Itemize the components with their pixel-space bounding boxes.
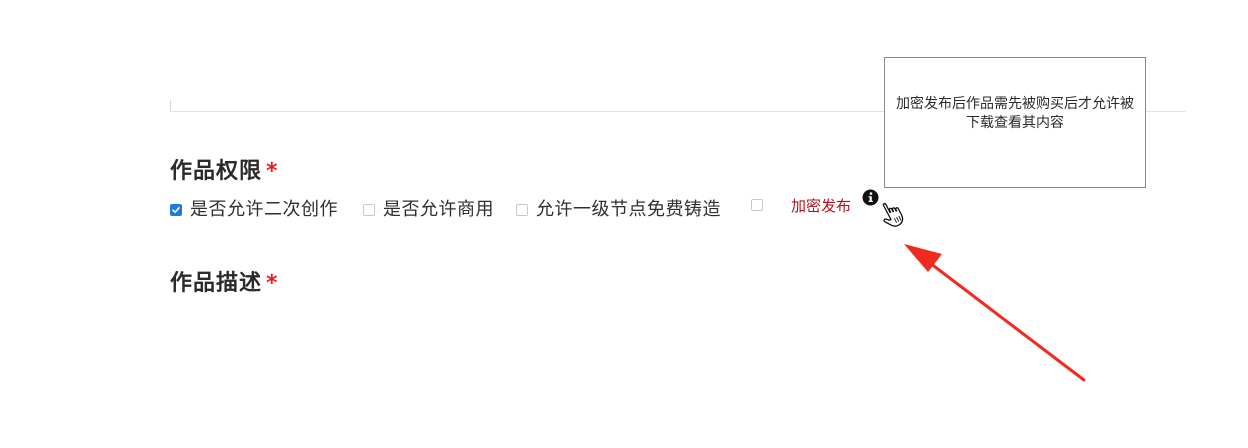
- commercial-checkbox[interactable]: [363, 203, 375, 216]
- required-mark: *: [266, 159, 279, 184]
- required-mark: *: [266, 271, 279, 296]
- encrypt-tooltip: 加密发布后作品需先被购买后才允许被下载查看其内容: [884, 57, 1146, 188]
- upload-frame-edge: [170, 100, 171, 111]
- description-section-title: 作品描述 *: [170, 265, 279, 297]
- derivative-label: 是否允许二次创作: [190, 199, 338, 220]
- option-free-mint[interactable]: 允许一级节点免费铸造: [516, 196, 721, 220]
- description-title-text: 作品描述: [170, 271, 263, 296]
- annotation-arrow: [904, 244, 1086, 382]
- check-icon: [172, 206, 180, 213]
- option-allow-derivative[interactable]: 是否允许二次创作: [170, 196, 338, 220]
- permission-section-title: 作品权限 *: [170, 153, 279, 185]
- encrypt-checkbox[interactable]: [751, 199, 763, 211]
- hand-pointer-icon: [882, 202, 904, 227]
- derivative-checkbox[interactable]: [170, 203, 182, 216]
- info-icon[interactable]: [862, 189, 879, 206]
- option-encrypt-publish[interactable]: [751, 196, 790, 220]
- free-mint-checkbox[interactable]: [516, 203, 528, 216]
- commercial-label: 是否允许商用: [383, 199, 494, 220]
- encrypt-publish-label[interactable]: 加密发布: [791, 196, 851, 216]
- free-mint-label: 允许一级节点免费铸造: [536, 199, 721, 220]
- option-allow-commercial[interactable]: 是否允许商用: [363, 196, 494, 220]
- permission-title-text: 作品权限: [170, 159, 263, 184]
- tooltip-text: 加密发布后作品需先被购买后才允许被下载查看其内容: [896, 95, 1134, 131]
